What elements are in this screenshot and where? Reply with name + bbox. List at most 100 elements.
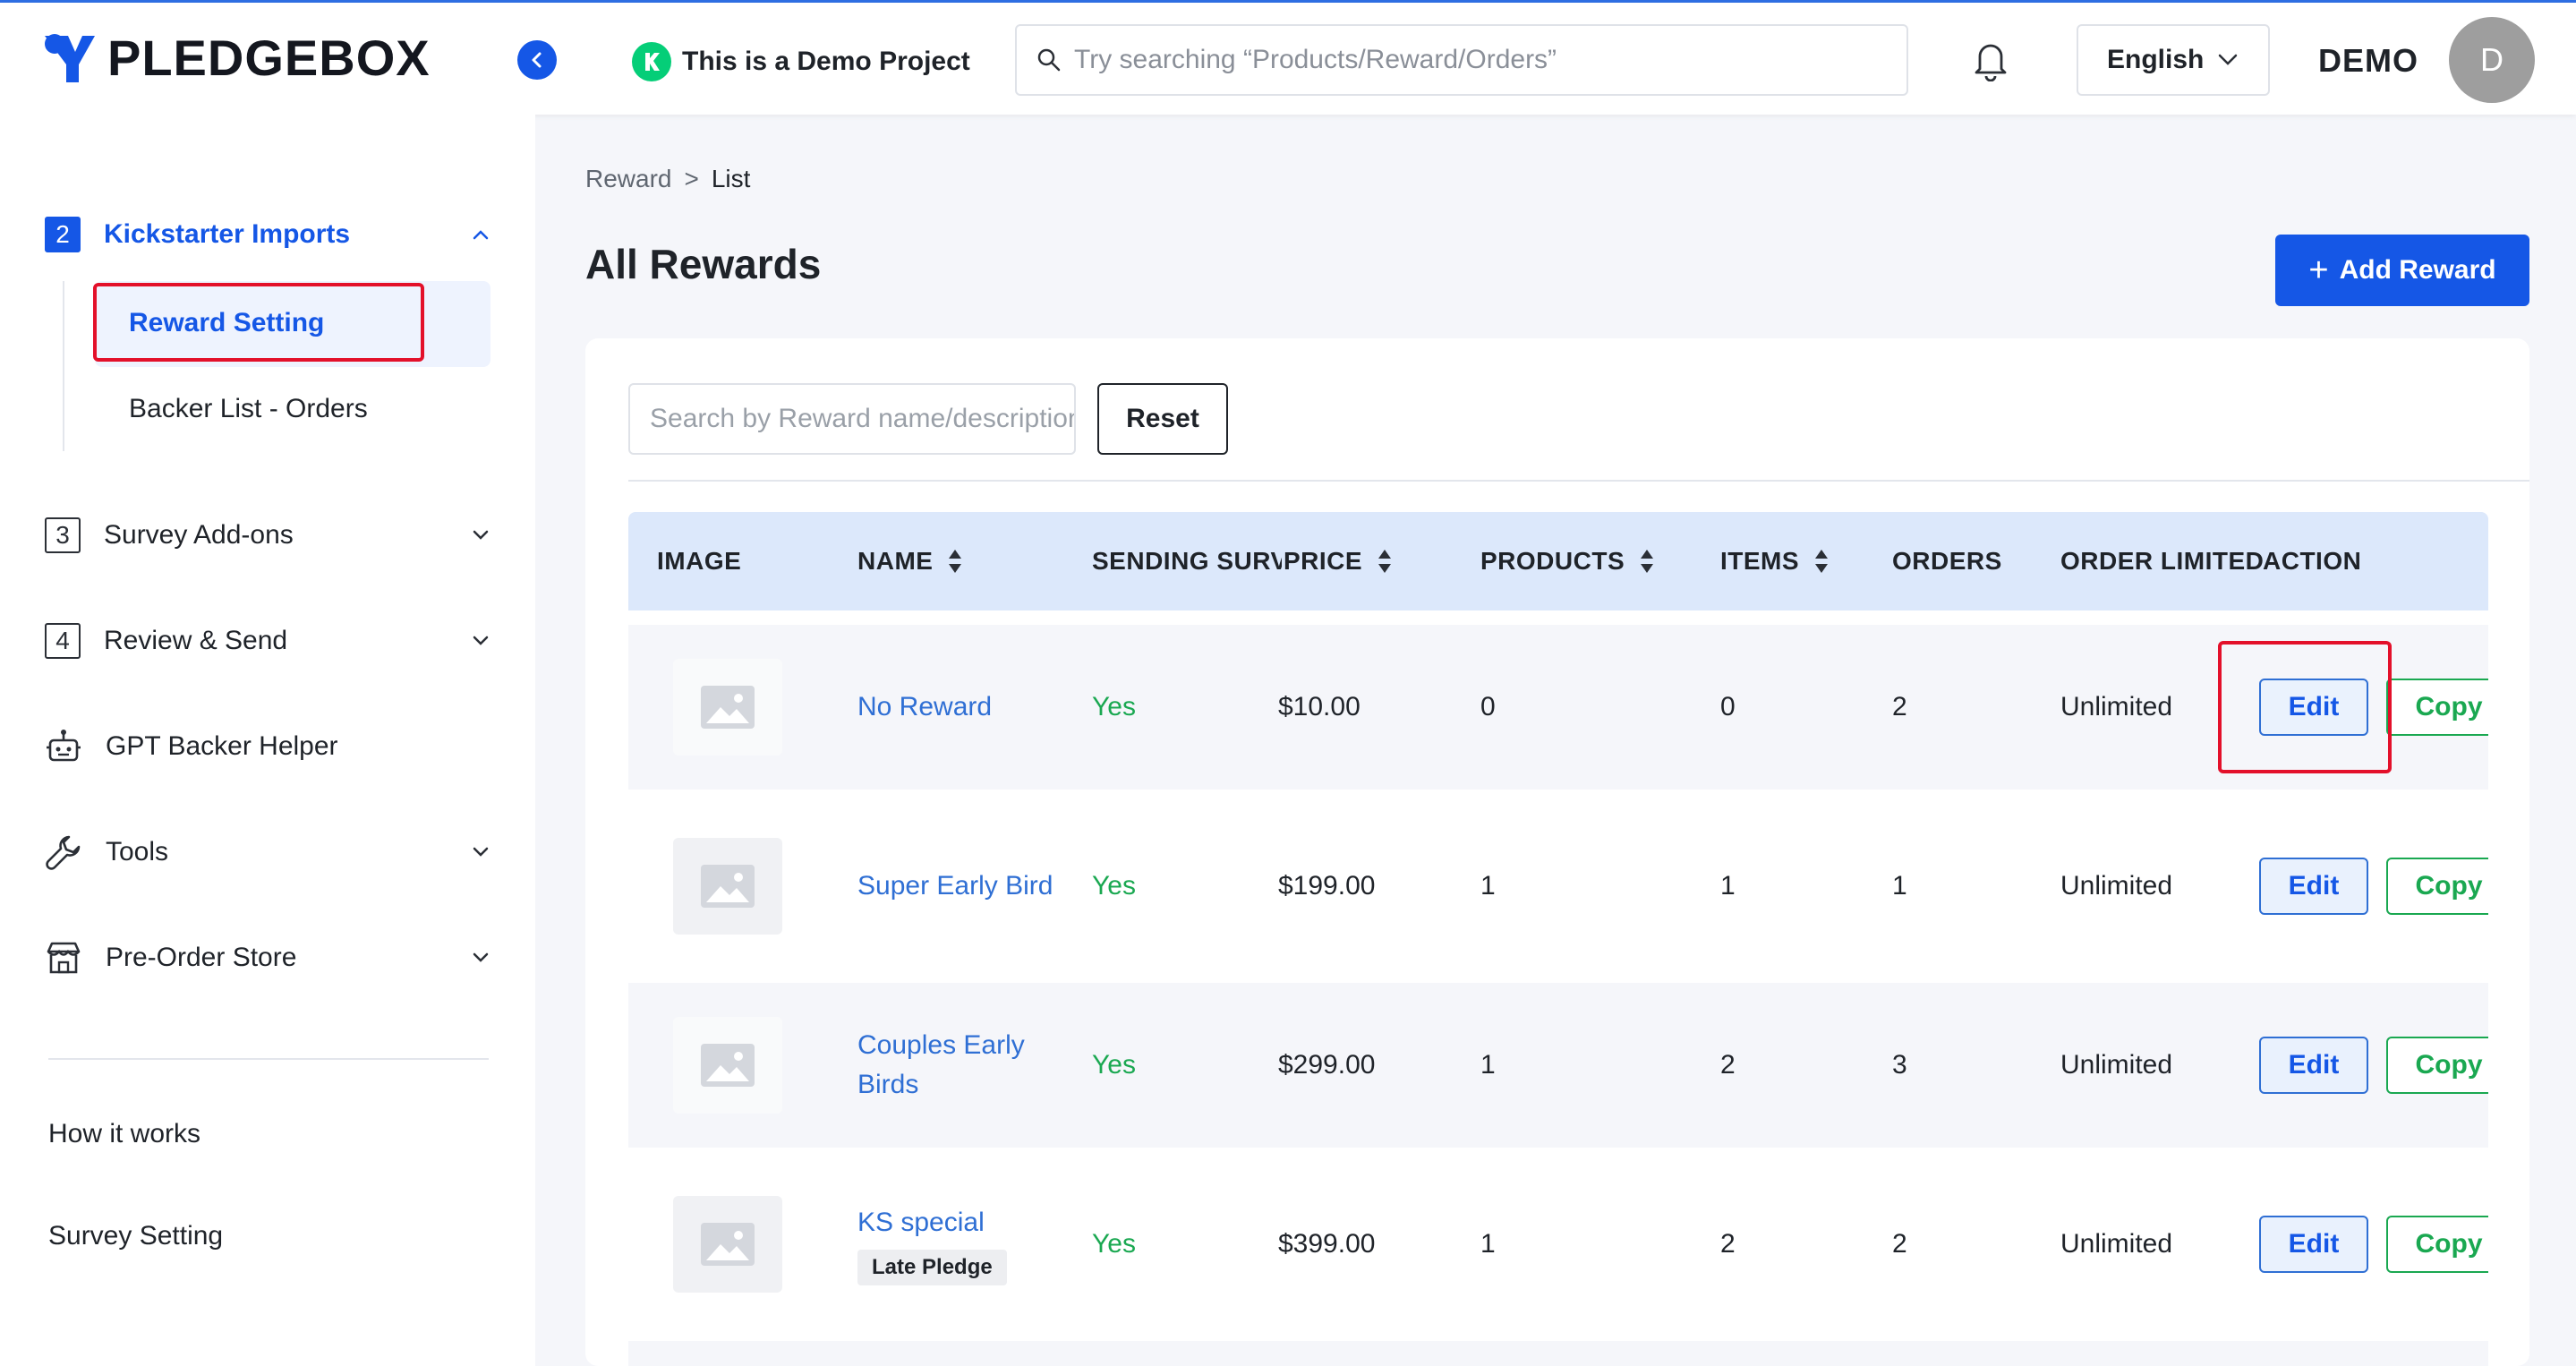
sidebar-item-survey-addons[interactable]: 3 Survey Add-ons <box>45 516 490 555</box>
user-name[interactable]: DEMO <box>2318 42 2418 80</box>
sort-icon <box>1378 550 1392 573</box>
highlight-reward-setting <box>93 283 424 362</box>
column-header-products[interactable]: PRODUCTS <box>1480 512 1655 610</box>
breadcrumb-parent[interactable]: Reward <box>585 165 671 192</box>
language-select[interactable]: English <box>2077 24 2270 96</box>
column-header-action: ACTION <box>2263 512 2362 610</box>
reward-name-link[interactable]: KS special <box>857 1203 1063 1242</box>
chevron-up-icon <box>473 230 489 240</box>
items-value: 2 <box>1720 1050 1736 1080</box>
sidebar-link-how-it-works[interactable]: How it works <box>48 1119 200 1149</box>
order-limited-value: Unlimited <box>2060 871 2173 901</box>
image-placeholder-icon <box>701 1223 755 1266</box>
chevron-down-icon <box>473 530 489 540</box>
kickstarter-icon <box>632 42 671 81</box>
edit-button[interactable]: Edit <box>2259 858 2368 915</box>
order-limited-value: Unlimited <box>2060 1229 2173 1259</box>
chevron-left-icon <box>532 52 542 68</box>
sidebar-item-kickstarter-imports[interactable]: 2 Kickstarter Imports <box>45 215 490 254</box>
store-icon <box>47 942 81 974</box>
logo[interactable]: PLEDGEBOX <box>41 26 431 89</box>
project-indicator[interactable]: This is a Demo Project <box>632 42 970 81</box>
breadcrumb-current: List <box>711 165 751 192</box>
orders-value: 1 <box>1892 871 1907 901</box>
global-search-input[interactable] <box>1074 45 1880 75</box>
reward-name-link[interactable]: Super Early Bird <box>857 867 1063 906</box>
search-icon <box>1037 48 1061 72</box>
sidebar-link-survey-setting[interactable]: Survey Setting <box>48 1221 223 1251</box>
column-header-image: IMAGE <box>657 547 742 575</box>
reward-name-cell: Super Early Bird <box>857 804 1063 969</box>
global-search[interactable] <box>1015 24 1908 96</box>
sidebar-item-tools[interactable]: Tools <box>45 832 490 872</box>
reward-name-cell: KS special Late Pledge <box>857 1162 1063 1327</box>
sidebar-item-backer-list-orders[interactable]: Backer List - Orders <box>129 394 368 424</box>
sidebar-item-label: Survey Add-ons <box>104 520 294 550</box>
edit-button[interactable]: Edit <box>2259 1037 2368 1094</box>
copy-button[interactable]: Copy <box>2386 1037 2488 1094</box>
collapse-sidebar-button[interactable] <box>517 40 557 80</box>
reward-image-placeholder <box>673 1017 782 1114</box>
late-pledge-badge: Late Pledge <box>857 1250 1007 1285</box>
column-header-price[interactable]: PRICE <box>1282 512 1394 610</box>
items-value: 0 <box>1720 692 1736 721</box>
step-number-icon: 3 <box>45 517 81 553</box>
column-header-label: ITEMS <box>1720 547 1800 575</box>
robot-icon <box>47 730 81 762</box>
avatar[interactable]: D <box>2449 17 2535 103</box>
rewards-table: IMAGE NAME SENDING SURVEY PRICE PRODUCTS… <box>628 512 2488 1366</box>
breadcrumb: Reward > List <box>585 165 750 193</box>
reward-name-link[interactable]: No Reward <box>857 687 1063 727</box>
reward-name-cell: No Reward <box>857 625 1063 790</box>
reset-button[interactable]: Reset <box>1097 383 1228 455</box>
chevron-down-icon <box>473 847 489 857</box>
notifications-button[interactable] <box>1971 38 2010 86</box>
copy-button[interactable]: Copy <box>2386 679 2488 736</box>
copy-button[interactable]: Copy <box>2386 1216 2488 1273</box>
sending-survey-value: Yes <box>1092 692 1136 721</box>
price-value: $299.00 <box>1278 1050 1376 1080</box>
column-header-items[interactable]: ITEMS <box>1720 512 1830 610</box>
orders-value: 3 <box>1892 1050 1907 1080</box>
sidebar-item-label: Pre-Order Store <box>106 943 297 972</box>
items-value: 2 <box>1720 1229 1736 1259</box>
logo-icon <box>45 34 95 82</box>
copy-button[interactable]: Copy <box>2386 858 2488 915</box>
products-value: 1 <box>1480 871 1496 901</box>
sidebar: 2 Kickstarter Imports Reward Setting Bac… <box>0 115 535 1366</box>
logo-text: PLEDGEBOX <box>107 29 431 86</box>
column-header-label: PRICE <box>1284 547 1363 575</box>
sidebar-item-label: GPT Backer Helper <box>106 731 338 761</box>
reward-search-input[interactable] <box>628 383 1076 455</box>
products-value: 1 <box>1480 1229 1496 1259</box>
column-header-orders: ORDERS <box>1892 547 2002 575</box>
chevron-down-icon <box>473 952 489 962</box>
wrench-icon <box>46 835 81 870</box>
sidebar-item-pre-order-store[interactable]: Pre-Order Store <box>45 938 490 978</box>
add-reward-label: Add Reward <box>2339 255 2496 285</box>
chevron-down-icon <box>473 636 489 645</box>
orders-value: 2 <box>1892 1229 1907 1259</box>
reward-name-link[interactable]: Couples Early Birds <box>857 1026 1063 1105</box>
project-label: This is a Demo Project <box>682 47 970 76</box>
sidebar-item-gpt-backer-helper[interactable]: GPT Backer Helper <box>45 727 490 766</box>
order-limited-value: Unlimited <box>2060 1050 2173 1080</box>
products-value: 0 <box>1480 692 1496 721</box>
edit-button[interactable]: Edit <box>2259 1216 2368 1273</box>
order-limited-value: Unlimited <box>2060 692 2173 721</box>
column-header-label: PRODUCTS <box>1480 547 1625 575</box>
sidebar-item-review-send[interactable]: 4 Review & Send <box>45 621 490 661</box>
sort-icon <box>949 550 962 573</box>
price-value: $399.00 <box>1278 1229 1376 1259</box>
column-header-name[interactable]: NAME <box>857 512 963 610</box>
chevron-down-icon <box>2219 54 2238 65</box>
sort-icon <box>1641 550 1654 573</box>
table-row <box>628 1341 2488 1366</box>
table-row: KS special Late Pledge Yes $399.00 1 2 2… <box>628 1162 2488 1327</box>
sending-survey-value: Yes <box>1092 1229 1136 1259</box>
sidebar-divider <box>48 1058 489 1060</box>
reward-image-placeholder <box>673 838 782 935</box>
add-reward-button[interactable]: + Add Reward <box>2275 235 2529 306</box>
table-row: No Reward Yes $10.00 0 0 2 Unlimited Edi… <box>628 625 2488 790</box>
sidebar-item-label: Kickstarter Imports <box>104 219 351 249</box>
